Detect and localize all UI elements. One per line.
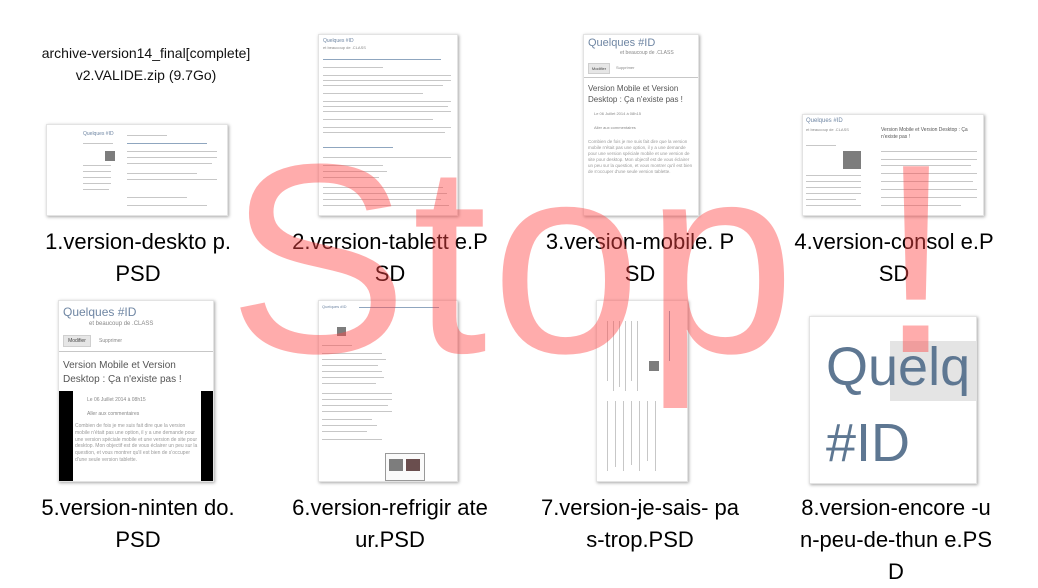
file-thumbnail: Quelques #ID [46, 124, 228, 216]
thumb-screen-frame: Le 06 Juillet 2014 à 08h15 Aller aux com… [59, 391, 213, 481]
archive-label[interactable]: archive-version14_final[complete] v2.VAL… [14, 42, 278, 86]
file-name: 8.version-encore -un-peu-de-thun e.PSD [799, 495, 993, 584]
thumb-post-comments: Aller aux commentaires [87, 411, 140, 417]
file-name: 5.version-ninten do.PSD [41, 495, 235, 552]
thumb-post-title: Version Mobile et Version Desktop : Ça n… [588, 84, 683, 104]
file-name: 1.version-deskto p.PSD [45, 229, 231, 286]
thumb-image-box [385, 453, 425, 481]
thumb-blog-subtitle: et beaucoup de .CLASS [89, 321, 154, 327]
thumb-modify-button: Modifier [588, 63, 610, 74]
thumb-blog-title: Quelques #ID [588, 37, 656, 49]
file-name: 3.version-mobile. PSD [545, 229, 735, 286]
thumb-avatar [843, 151, 861, 169]
thumb-big-title: Quelq [826, 337, 971, 397]
file-thumbnail: Quelques #ID [318, 300, 458, 482]
file-name: 7.version-je-sais- pas-trop.PSD [540, 495, 740, 552]
archive-name-line2: v2.VALIDE.zip (9.7Go) [75, 67, 217, 83]
archive-name-line1: archive-version14_final[complete] [41, 45, 251, 61]
thumb-delete-button: Supprimer [616, 65, 635, 70]
thumb-post-title: Version Mobile et Version Desktop : Ça n… [881, 127, 968, 140]
thumb-avatar [105, 151, 115, 161]
thumb-post-excerpt: Combien de fois je me suis fait dire que… [588, 139, 693, 175]
thumb-delete-button: Supprimer [99, 338, 123, 344]
thumb-post-title: Version Mobile et Version Desktop : Ça n… [63, 360, 182, 385]
thumb-post-comments: Aller aux commentaires [594, 125, 636, 130]
file-thumbnail: Quelques #ID et beaucoup de .CLASS [318, 34, 458, 216]
thumb-blog-title: Quelques #ID [322, 304, 347, 309]
file-name: 4.version-consol e.PSD [794, 229, 994, 286]
file-name: 2.version-tablett e.PSD [292, 229, 488, 286]
thumb-blog-subtitle: et beaucoup de .CLASS [806, 127, 849, 132]
file-thumbnail: Quelques #ID et beaucoup de .CLASS Versi… [802, 114, 984, 216]
file-thumbnail: Quelques #ID et beaucoup de .CLASS Modif… [583, 34, 699, 216]
thumb-avatar [649, 361, 659, 371]
thumb-blog-subtitle: et beaucoup de .CLASS [620, 50, 674, 56]
thumb-avatar [337, 327, 346, 336]
thumb-modify-button: Modifier [63, 335, 91, 347]
thumb-blog-title: Quelques #ID [83, 131, 114, 137]
file-thumbnail: Quelq #ID [809, 316, 977, 484]
thumb-blog-title: Quelques #ID [806, 118, 843, 124]
file-name: 6.version-refrigir ateur.PSD [292, 495, 488, 552]
thumb-post-excerpt: Combien de fois je me suis fait dire que… [75, 423, 198, 463]
thumb-post-date: Le 06 Juillet 2014 à 08h15 [87, 397, 146, 403]
file-thumbnail [596, 300, 688, 482]
thumb-big-title-2: #ID [826, 413, 911, 473]
thumb-post-date: Le 06 Juillet 2014 à 08h15 [594, 111, 641, 116]
thumb-blog-title: Quelques #ID [323, 38, 354, 44]
thumb-blog-subtitle: et beaucoup de .CLASS [323, 45, 366, 50]
file-thumbnail: Quelques #ID et beaucoup de .CLASS Modif… [58, 300, 214, 482]
thumb-blog-title: Quelques #ID [63, 305, 137, 319]
